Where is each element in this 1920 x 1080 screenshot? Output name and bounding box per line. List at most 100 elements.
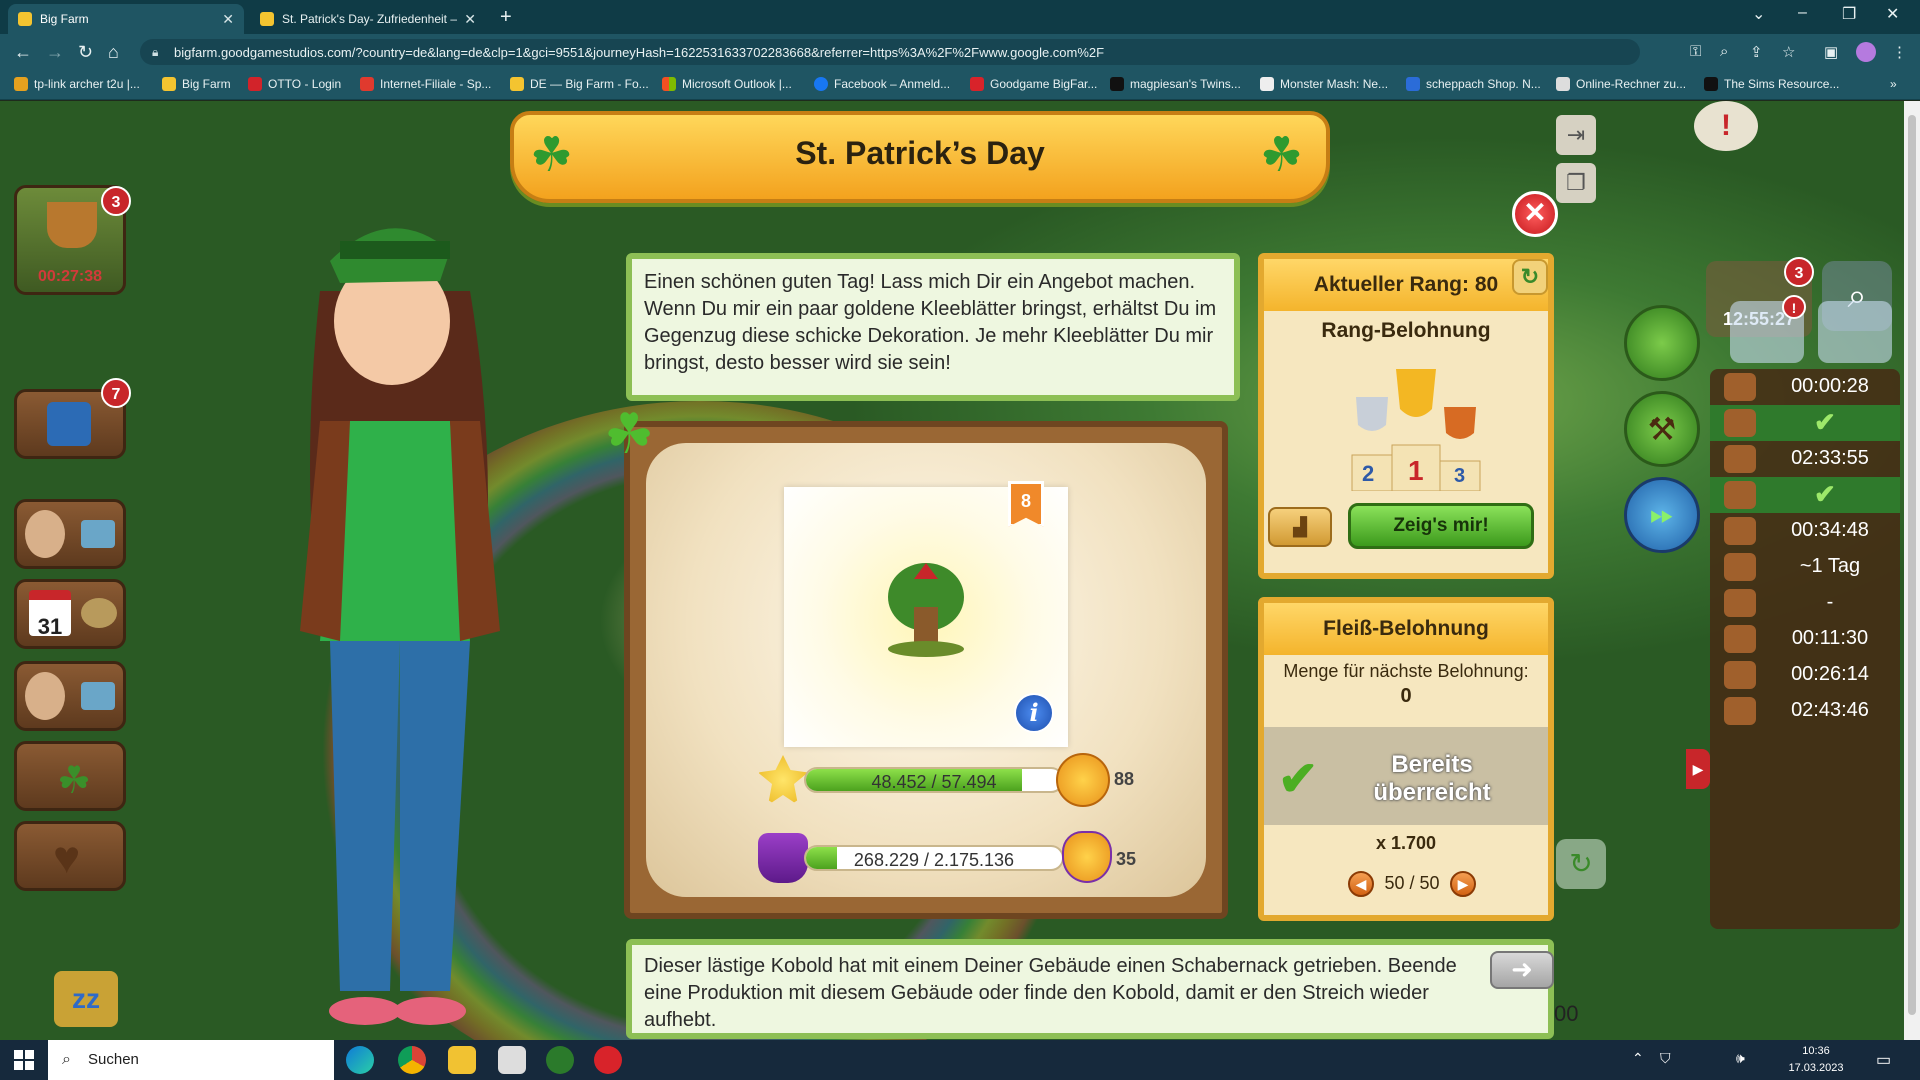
page-scrollbar[interactable] — [1904, 101, 1920, 1040]
tab-st-patricks[interactable]: St. Patrick's Day- Zufriedenheit – ✕ — [250, 4, 486, 34]
new-tab-button[interactable]: + — [500, 6, 512, 29]
game-viewport[interactable]: 3 00:27:38 7 31 ☘ ♥ ☘ ☘ St. Patrick’s Da… — [0, 101, 1904, 1040]
checkmark-icon: ✔ — [1278, 753, 1319, 806]
tray-chevron-icon[interactable]: ⌃ — [1632, 1050, 1644, 1067]
favorites-button[interactable]: ♥ — [14, 821, 126, 891]
calendar-button[interactable]: 31 — [14, 579, 126, 649]
back-icon[interactable]: ← — [14, 42, 32, 63]
alert-icon[interactable]: ! — [1694, 101, 1758, 151]
expand-panel-icon[interactable]: ▶ — [1686, 749, 1710, 789]
hat-face-icon — [1062, 831, 1112, 883]
bookmark-item[interactable]: The Sims Resource... — [1704, 77, 1839, 91]
bookmark-item[interactable]: Online-Rechner zu... — [1556, 77, 1686, 91]
ranking-list-button[interactable]: ▟ — [1268, 507, 1332, 547]
bookmark-item[interactable]: Microsoft Outlook |... — [662, 77, 792, 91]
hat-icon — [758, 833, 808, 883]
close-event-button[interactable]: ✕ — [1512, 191, 1558, 237]
bookmark-item[interactable]: OTTO - Login — [248, 77, 341, 91]
clover-gift-button[interactable]: ☘ — [14, 741, 126, 811]
advisor-button[interactable] — [14, 499, 126, 569]
fullscreen-icon[interactable]: ❐ — [1556, 163, 1596, 203]
bookmark-item[interactable]: Internet-Filiale - Sp... — [360, 77, 491, 91]
lock-icon[interactable]: 🔒︎ — [152, 45, 158, 60]
app-icon[interactable] — [546, 1046, 574, 1074]
timer-row[interactable]: 02:43:46 — [1710, 693, 1900, 729]
forward-icon[interactable]: → — [46, 42, 64, 63]
info-icon[interactable]: i — [1014, 693, 1054, 733]
file-explorer-icon[interactable] — [448, 1046, 476, 1074]
show-me-button[interactable]: Zeig's mir! — [1348, 503, 1534, 549]
chrome-icon[interactable] — [398, 1046, 426, 1074]
clover-icon: ☘ — [604, 402, 655, 465]
menu-icon[interactable]: ⋮ — [1892, 43, 1907, 61]
timer-row[interactable]: ✔ — [1710, 405, 1900, 441]
address-bar[interactable]: 🔒︎ bigfarm.goodgamestudios.com/?country=… — [140, 39, 1640, 65]
close-tab-icon[interactable]: ✕ — [464, 11, 476, 28]
bookmark-item[interactable]: Monster Mash: Ne... — [1260, 77, 1388, 91]
window-close-icon[interactable]: ✕ — [1886, 4, 1899, 24]
exit-icon[interactable]: ⇥ — [1556, 115, 1596, 155]
search-icon: ⌕ — [62, 1051, 71, 1068]
key-icon[interactable]: ⚿ — [1690, 43, 1701, 60]
timer-row[interactable]: ~1 Tag — [1710, 549, 1900, 585]
minimize-icon[interactable]: – — [1798, 4, 1807, 22]
restore-icon[interactable]: ❐ — [1842, 4, 1856, 24]
building-badge: 3 — [1784, 257, 1814, 287]
bookmark-item[interactable]: magpiesan's Twins... — [1110, 77, 1241, 91]
tab-search-icon[interactable]: ⌄ — [1752, 4, 1765, 24]
bookmark-icon — [1704, 77, 1718, 91]
bookmark-item[interactable]: Facebook – Anmeld... — [814, 77, 950, 91]
hammer-icon[interactable]: ⚒ — [1624, 391, 1700, 467]
app-icon[interactable] — [498, 1046, 526, 1074]
timer-row[interactable]: 02:33:55 — [1710, 441, 1900, 477]
bookmark-item[interactable]: Big Farm — [162, 77, 231, 91]
close-tab-icon[interactable]: ✕ — [222, 11, 234, 28]
partial-counter: 00 — [1554, 1001, 1579, 1026]
timer-row[interactable]: 00:26:14 — [1710, 657, 1900, 693]
bookmark-item[interactable]: scheppach Shop. N... — [1406, 77, 1541, 91]
search-placeholder: Suchen — [88, 1051, 139, 1068]
profile-avatar[interactable] — [1856, 42, 1876, 62]
side-panel-icon[interactable]: ▣ — [1824, 43, 1838, 61]
bookmark-item[interactable]: Goodgame BigFar... — [970, 77, 1097, 91]
timer-row[interactable]: - — [1710, 585, 1900, 621]
next-reward-button[interactable]: ▶ — [1450, 871, 1476, 897]
plant-action-button[interactable] — [1624, 305, 1700, 381]
tab-big-farm[interactable]: Big Farm ✕ — [8, 4, 244, 34]
farmhouse-button[interactable] — [1818, 301, 1892, 363]
timer-row[interactable]: 00:34:48 — [1710, 513, 1900, 549]
sleep-icon[interactable]: zz — [54, 971, 118, 1027]
kobold-hint-text: Dieser lästige Kobold hat mit einem Dein… — [644, 955, 1457, 1031]
bookmark-item[interactable]: DE — Big Farm - Fo... — [510, 77, 649, 91]
previous-reward-button[interactable]: ◀ — [1348, 871, 1374, 897]
field-icon — [81, 682, 115, 710]
app-icon[interactable] — [594, 1046, 622, 1074]
star-icon[interactable]: ☆ — [1782, 43, 1795, 61]
basket-button[interactable]: 3 00:27:38 — [14, 185, 131, 295]
windows-start-icon[interactable] — [14, 1050, 34, 1070]
timer-row[interactable]: 00:00:28 — [1710, 369, 1900, 405]
zoom-icon[interactable]: ⌕ — [1720, 43, 1728, 60]
taskbar-clock[interactable]: 10:36 17.03.2023 — [1786, 1043, 1846, 1077]
share-icon[interactable]: ⇪ — [1750, 43, 1763, 61]
map-button[interactable]: ! — [1730, 295, 1806, 363]
more-bookmarks-icon[interactable]: » — [1890, 77, 1897, 91]
timer-row[interactable]: ✔ — [1710, 477, 1900, 513]
volume-icon[interactable]: 🕪︎ — [1736, 1050, 1745, 1067]
home-icon[interactable]: ⌂ — [108, 42, 119, 63]
reload-icon[interactable]: ↻ — [78, 42, 93, 63]
network-icon[interactable]: ⛉ — [1660, 1050, 1671, 1067]
notification-icon[interactable]: ▭ — [1876, 1050, 1891, 1070]
timer-row[interactable]: 00:11:30 — [1710, 621, 1900, 657]
bookmark-item[interactable]: tp-link archer t2u |... — [14, 77, 140, 91]
helper-button[interactable] — [14, 661, 126, 731]
taskbar-search-input[interactable]: ⌕ Suchen — [48, 1040, 334, 1080]
quest-book-button[interactable]: 7 — [14, 378, 131, 459]
scrollbar-thumb[interactable] — [1908, 115, 1916, 1015]
edge-icon[interactable] — [346, 1046, 374, 1074]
refresh-icon[interactable]: ↻ — [1512, 259, 1548, 295]
clover-progress-bar: 48.452 / 57.494 — [804, 767, 1064, 793]
next-hint-button[interactable]: ➜ — [1490, 951, 1554, 989]
refresh-icon[interactable]: ↻ — [1556, 839, 1606, 889]
fast-forward-icon[interactable]: ⏩︎ — [1624, 477, 1700, 553]
